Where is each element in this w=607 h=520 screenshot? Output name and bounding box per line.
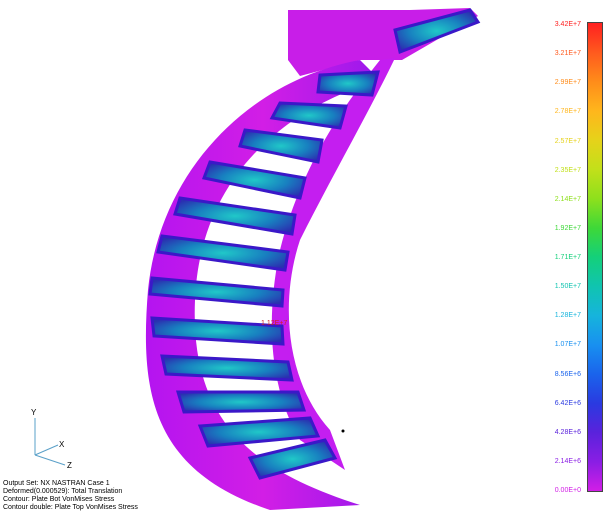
model-viewport[interactable] (0, 0, 607, 520)
tread (175, 390, 307, 414)
probe-value-label: 1.12E+7 (261, 320, 288, 327)
legend-value: 2.14E+6 (554, 457, 581, 465)
probe-marker (341, 429, 345, 433)
legend-value: 0.00E+0 (554, 487, 581, 494)
legend-value: 1.92E+7 (554, 224, 581, 232)
legend-value: 2.35E+7 (554, 166, 581, 174)
legend-value: 4.28E+6 (554, 428, 581, 436)
legend-value: 1.50E+7 (554, 283, 581, 291)
legend-value: 2.78E+7 (554, 108, 581, 116)
tread (247, 438, 338, 480)
legend-value: 6.42E+6 (554, 399, 581, 407)
legend-value: 1.28E+7 (554, 312, 581, 320)
axis-y-label: Y (31, 408, 37, 417)
legend-value: 1.07E+7 (554, 341, 581, 349)
legend-value: 1.71E+7 (554, 254, 581, 261)
legend-value: 2.14E+7 (554, 195, 581, 203)
info-output-set: Output Set: NX NASTRAN Case 1 (3, 480, 110, 487)
legend-value: 3.42E+7 (554, 21, 581, 28)
axis-x-label: X (59, 440, 65, 449)
legend-value: 2.57E+7 (554, 137, 581, 145)
info-contour-double: Contour double: Plate Top VonMises Stres… (3, 504, 138, 511)
tread (316, 70, 380, 97)
axis-z-label: Z (67, 461, 72, 470)
legend-value: 2.99E+7 (554, 79, 581, 87)
legend-value: 8.56E+6 (554, 370, 581, 378)
info-contour: Contour: Plate Bot VonMises Stress (3, 496, 115, 503)
legend-value: 3.21E+7 (554, 50, 581, 58)
tread (238, 128, 324, 164)
info-deformed: Deformed(0.000529): Total Translation (3, 488, 123, 495)
contour-colorbar (587, 22, 603, 492)
output-info: Output Set: NX NASTRAN Case 1 Deformed(0… (3, 480, 138, 512)
